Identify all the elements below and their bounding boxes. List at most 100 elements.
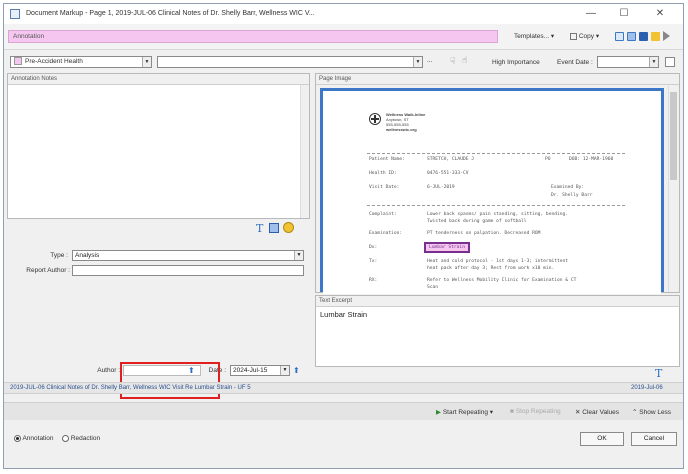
next-arrow-icon[interactable] [663,31,670,41]
arrow-up-icon[interactable]: ⬆ [293,366,300,375]
patient-name-value: STRETCH, CLAUDE J [427,157,475,162]
templates-button[interactable]: Templates... ▾ [514,32,554,40]
visit-date-value: 6-JUL-2019 [427,185,455,190]
minimize-button[interactable]: — [577,6,605,22]
more-options-button[interactable]: ... [427,57,432,64]
chevron-down-icon: ▾ [595,33,600,40]
chevron-down-icon: ▾ [489,409,494,416]
examined-by-label: Examined By: [551,185,585,190]
patient-name-label: Patient Name: [369,157,405,162]
title-bar: Document Markup - Page 1, 2019-JUL-06 Cl… [4,4,683,24]
tx-text-1: Heat and cold protocol - 1st days 1-3; i… [427,259,569,264]
info-icon[interactable] [639,32,648,41]
divider [367,153,625,154]
report-author-input[interactable] [72,265,304,276]
first-page-icon[interactable] [651,32,660,41]
annotation-banner: Annotation [8,30,498,43]
type-label: Type : [50,252,68,259]
start-repeating-label: Start Repeating [442,409,488,416]
thumbs-up-icon[interactable]: ☝ [462,55,467,66]
ok-button[interactable]: OK [580,432,624,446]
show-less-button[interactable]: ⌃ Show Less [632,408,671,416]
text-excerpt-header: Text Excerpt [316,296,679,307]
window-title: Document Markup - Page 1, 2019-JUL-06 Cl… [26,10,315,17]
page-image-header: Page Image [316,74,679,85]
category-select[interactable]: Pre-Accident Health ▼ [10,56,152,68]
calendar-icon[interactable] [665,57,675,67]
redaction-radio-label: Redaction [70,435,101,443]
cancel-button[interactable]: Cancel [631,432,677,446]
status-bar: 2019-JUL-06 Clinical Notes of Dr. Shelly… [4,382,683,394]
category-color-swatch [14,57,22,66]
visit-date-label: Visit Date: [369,185,400,190]
description-select[interactable]: ▼ [157,56,423,68]
clear-values-label: Clear Values [582,409,619,416]
complaint-label: Complaint: [369,212,397,217]
show-less-label: Show Less [639,409,672,416]
document-reference-link[interactable]: 2019-JUL-06 Clinical Notes of Dr. Shelly… [10,385,251,391]
app-icon [10,9,20,19]
pages-icon[interactable] [627,32,636,41]
rx-text-2: Scan [427,285,439,290]
exam-label: Examination: [369,231,403,236]
document-page: Wellness Walk-Inline Anytown, ST 555-555… [323,91,661,294]
chevron-down-icon: ▼ [280,366,289,375]
close-button[interactable]: ✕ [646,6,674,22]
text-excerpt-content[interactable]: Lumbar Strain [320,310,367,319]
calendar-insert-icon[interactable] [269,223,279,233]
type-value: Analysis [75,252,100,259]
exam-text: PT tenderness on palpation. Decreased RO… [427,231,541,236]
copy-icon [570,32,577,40]
text-format-icon[interactable]: T [256,222,263,235]
chevron-up-icon: ⌃ [632,409,638,416]
complaint-text-2: Twisted back during game of softball [427,219,527,224]
repeat-toolbar: ▶ Start Repeating ▾ ■ Stop Repeating ✕ C… [4,402,683,420]
author-label: Author : [97,367,120,374]
annotated-dx-highlight[interactable]: Lumbar Strain [424,242,470,253]
notes-scrollbar[interactable] [300,85,309,218]
dob-value: DOB: 12-MAR-1960 [569,157,614,162]
stop-repeating-button[interactable]: ■ Stop Repeating [510,408,561,415]
text-format-icon[interactable]: T [655,367,662,380]
examined-by-value: Dr. Shelly Barr [551,193,593,198]
report-author-label: Report Author : [26,267,70,274]
stamp-icon[interactable] [283,222,294,233]
start-repeating-button[interactable]: ▶ Start Repeating ▾ [436,408,493,416]
clinic-logo [369,113,381,125]
health-id-label: Health ID: [369,171,397,176]
page-icon[interactable] [615,32,624,41]
letterhead-line4: wellnesswic.org [386,127,417,132]
stop-repeating-label: Stop Repeating [515,408,561,415]
tx-label: Tx: [369,259,378,264]
copy-button[interactable]: Copy ▾ [570,32,599,40]
play-icon: ▶ [436,409,441,416]
po-label: PO [545,157,551,162]
radio-selected-icon [14,435,21,442]
date-input[interactable]: 2024-Jul-15 ▼ [230,365,290,376]
date-value: 2024-Jul-15 [233,367,268,374]
event-date-input[interactable]: ▼ [597,56,659,68]
radio-unselected-icon [62,435,69,442]
letterhead-block: Wellness Walk-Inline Anytown, ST 555-555… [386,112,425,132]
page-scrollbar[interactable] [668,86,678,292]
tx-text-2: heat pack after day 3; Rest from work x1… [427,266,555,271]
thumbs-down-icon[interactable]: ☟ [450,56,455,67]
page-viewer[interactable]: Wellness Walk-Inline Anytown, ST 555-555… [320,88,664,294]
annotation-notes-textarea[interactable] [10,87,296,215]
type-select[interactable]: Analysis ▼ [72,250,304,261]
annotation-radio-label: Annotation [22,435,54,443]
annotation-notes-header: Annotation Notes [8,74,309,85]
category-value: Pre-Accident Health [25,58,83,65]
redaction-radio[interactable]: Redaction [62,435,100,442]
chevron-down-icon: ▼ [142,57,151,67]
maximize-button[interactable]: ☐ [610,6,638,22]
scrollbar-thumb[interactable] [670,92,677,180]
annotation-radio[interactable]: Annotation [14,435,54,442]
text-excerpt-panel: Text Excerpt Lumbar Strain [315,295,680,367]
clear-values-button[interactable]: ✕ Clear Values [575,408,619,416]
document-markup-window: Document Markup - Page 1, 2019-JUL-06 Cl… [3,3,684,469]
rx-text-1: Refer to Wellness Mobility Clinic for Ex… [427,278,577,283]
clear-icon: ✕ [575,409,581,416]
complaint-text-1: Lower back spasms/ pain standing, sittin… [427,212,569,217]
health-id-value: 0476-551-333-CV [427,171,469,176]
